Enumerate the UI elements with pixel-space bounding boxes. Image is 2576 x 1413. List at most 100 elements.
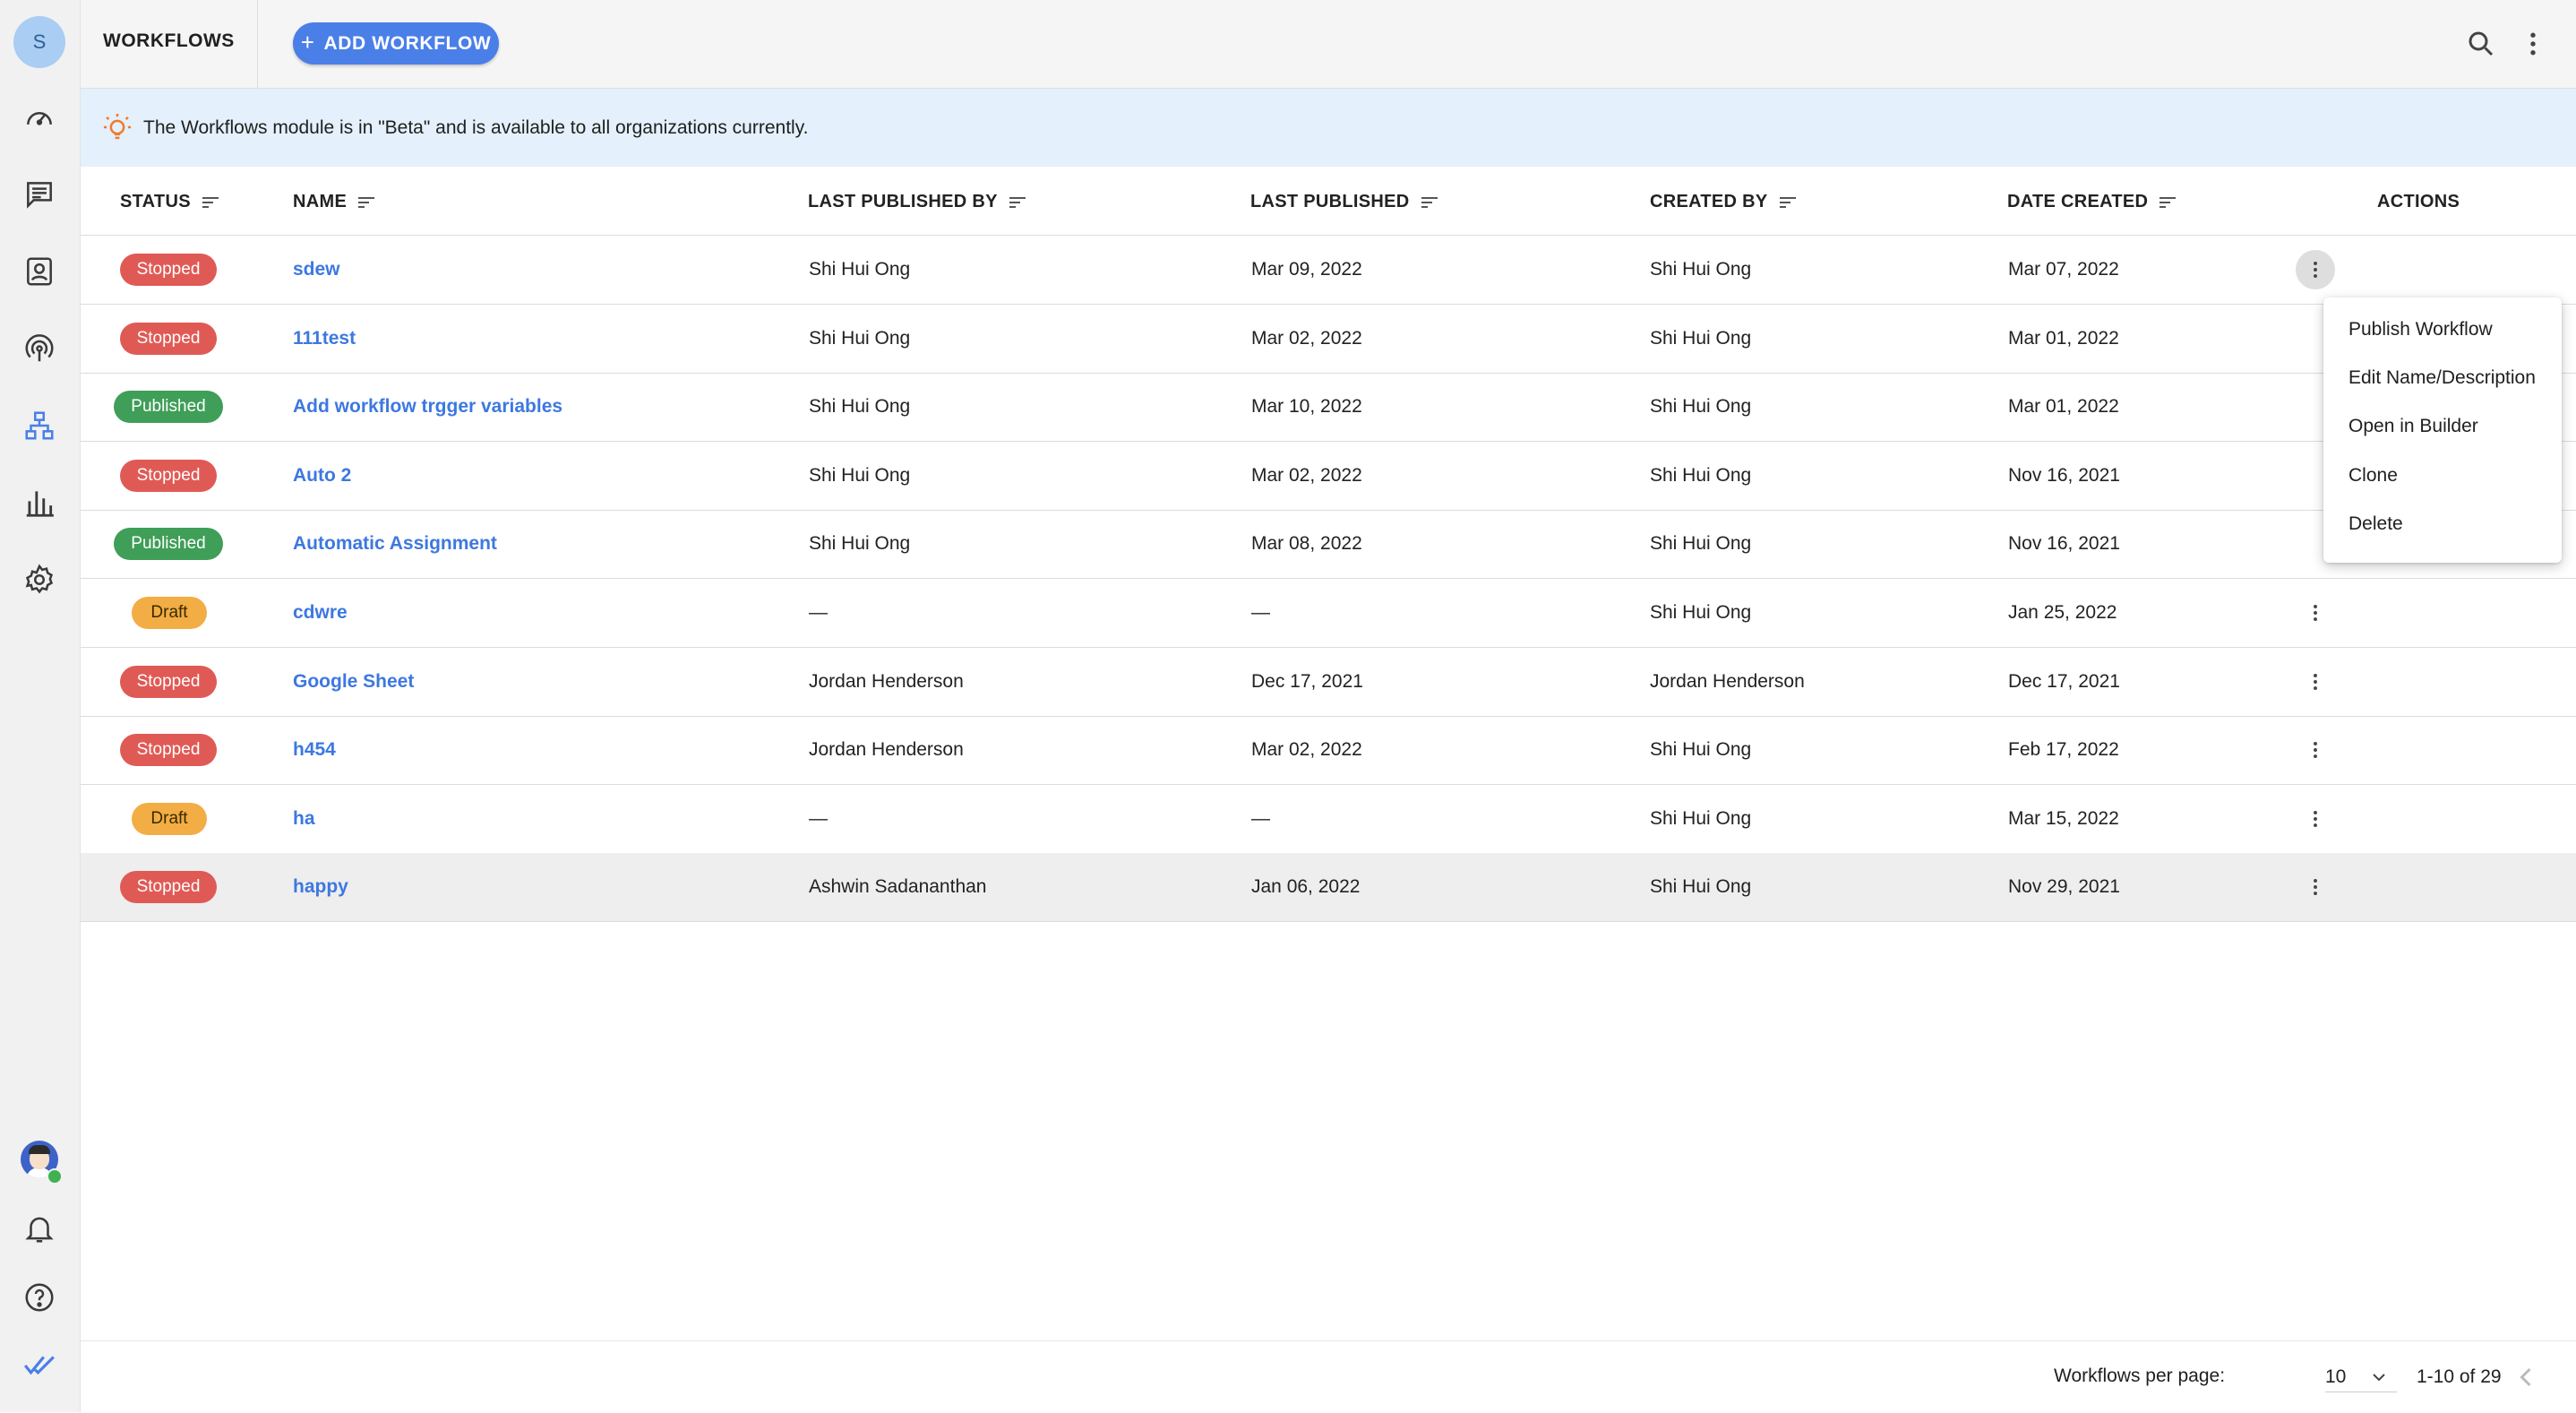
help-icon[interactable] — [20, 1278, 59, 1317]
table-row[interactable]: Stopped sdew Shi Hui Ong Mar 09, 2022 Shi Hu… — [81, 236, 2576, 305]
status-badge: Stopped — [120, 734, 217, 767]
add-workflow-label: ADD WORKFLOW — [323, 32, 492, 54]
sort-icon[interactable] — [1007, 194, 1028, 211]
workflow-name-link[interactable]: Google Sheet — [293, 671, 414, 693]
column-label: CREATED BY — [1650, 192, 1768, 211]
last-published-by-cell: Shi Hui Ong — [809, 259, 911, 280]
brand-logo-icon — [20, 1346, 59, 1385]
contacts-icon[interactable] — [20, 252, 59, 291]
last-published-by-cell: — — [809, 807, 828, 829]
last-published-cell: Jan 06, 2022 — [1251, 876, 1361, 898]
created-by-cell: Shi Hui Ong — [1650, 396, 1752, 418]
date-created-cell: Jan 25, 2022 — [2008, 602, 2117, 623]
created-by-cell: Shi Hui Ong — [1650, 602, 1752, 623]
column-actions: ACTIONS — [2377, 192, 2460, 212]
table-row[interactable]: Draft cdwre — — Shi Hui Ong Jan 25, 2022 — [81, 579, 2576, 648]
column-label: STATUS — [120, 192, 191, 211]
kebab-icon — [2314, 742, 2317, 759]
messages-icon[interactable] — [20, 175, 59, 214]
previous-page-icon[interactable] — [2510, 1361, 2542, 1393]
workflow-name-link[interactable]: cdwre — [293, 602, 348, 624]
row-actions-button[interactable] — [2296, 662, 2335, 702]
status-badge: Stopped — [120, 871, 217, 904]
reports-icon[interactable] — [20, 483, 59, 522]
row-actions-button[interactable] — [2296, 250, 2335, 289]
add-workflow-button[interactable]: + ADD WORKFLOW — [293, 22, 499, 65]
created-by-cell: Jordan Henderson — [1650, 670, 1805, 692]
last-published-by-cell: Shi Hui Ong — [809, 396, 911, 418]
workflow-name-link[interactable]: Automatic Assignment — [293, 533, 497, 555]
date-created-cell: Mar 01, 2022 — [2008, 396, 2119, 418]
per-page-select[interactable]: 10 — [2325, 1365, 2397, 1392]
last-published-by-cell: Jordan Henderson — [809, 739, 964, 761]
column-label: DATE CREATED — [2007, 192, 2149, 211]
table-row[interactable]: Stopped 111test Shi Hui Ong Mar 02, 2022 Shi… — [81, 305, 2576, 374]
created-by-cell: Shi Hui Ong — [1650, 327, 1752, 349]
broadcast-icon[interactable] — [20, 329, 59, 368]
workflow-name-link[interactable]: sdew — [293, 259, 340, 280]
search-icon[interactable] — [2465, 28, 2497, 60]
table-row[interactable]: Stopped h454 Jordan Henderson Mar 02, 2022 S… — [81, 716, 2576, 786]
workflow-name-link[interactable]: happy — [293, 876, 348, 898]
menu-edit-name-description[interactable]: Edit Name/Description — [2348, 367, 2536, 389]
online-status-dot — [47, 1168, 63, 1185]
column-last-published[interactable]: LAST PUBLISHED — [1250, 192, 1440, 212]
created-by-cell: Shi Hui Ong — [1650, 464, 1752, 486]
sort-icon[interactable] — [1419, 194, 1440, 211]
divider — [257, 0, 258, 88]
menu-open-in-builder[interactable]: Open in Builder — [2348, 416, 2478, 437]
last-published-by-cell: Ashwin Sadananthan — [809, 876, 987, 898]
sort-icon[interactable] — [200, 194, 221, 211]
table-row[interactable]: Published Automatic Assignment Shi Hui Ong… — [81, 510, 2576, 580]
last-published-by-cell: Jordan Henderson — [809, 670, 964, 692]
workflow-name-link[interactable]: Add workflow trgger variables — [293, 396, 562, 418]
menu-clone[interactable]: Clone — [2348, 465, 2398, 487]
date-created-cell: Dec 17, 2021 — [2008, 670, 2120, 692]
org-avatar[interactable]: S — [13, 16, 65, 68]
notifications-icon[interactable] — [20, 1209, 59, 1248]
row-actions-button[interactable] — [2296, 730, 2335, 770]
workflow-name-link[interactable]: 111test — [293, 328, 356, 349]
more-options-icon[interactable] — [2517, 28, 2549, 60]
table-row[interactable]: Draft ha — — Shi Hui Ong Mar 15, 2022 — [81, 785, 2576, 854]
row-actions-button[interactable] — [2296, 593, 2335, 633]
status-badge: Draft — [132, 597, 207, 629]
column-last-published-by[interactable]: LAST PUBLISHED BY — [808, 192, 1028, 212]
created-by-cell: Shi Hui Ong — [1650, 259, 1752, 280]
table-row[interactable]: Stopped Auto 2 Shi Hui Ong Mar 02, 2022 Shi … — [81, 442, 2576, 511]
sort-icon[interactable] — [1777, 194, 1799, 211]
dashboard-icon[interactable] — [20, 98, 59, 137]
last-published-by-cell: Shi Hui Ong — [809, 327, 911, 349]
chevron-down-icon — [2373, 1374, 2385, 1382]
status-badge: Stopped — [120, 459, 217, 492]
table-row[interactable]: Published Add workflow trgger variables Sh… — [81, 373, 2576, 443]
workflow-name-link[interactable]: ha — [293, 808, 315, 830]
last-published-by-cell: Shi Hui Ong — [809, 464, 911, 486]
created-by-cell: Shi Hui Ong — [1650, 807, 1752, 829]
kebab-icon — [2314, 810, 2317, 827]
column-label: NAME — [293, 192, 348, 211]
sort-icon[interactable] — [356, 194, 377, 211]
pagination-footer: Workflows per page: 10 1-10 of 29 — [81, 1340, 2576, 1413]
menu-publish-workflow[interactable]: Publish Workflow — [2348, 319, 2493, 340]
workflows-icon[interactable] — [20, 406, 59, 445]
row-actions-button[interactable] — [2296, 867, 2335, 907]
sort-icon[interactable] — [2157, 194, 2178, 211]
date-created-cell: Nov 16, 2021 — [2008, 464, 2120, 486]
menu-delete[interactable]: Delete — [2348, 513, 2403, 535]
column-status[interactable]: STATUS — [120, 192, 221, 212]
settings-icon[interactable] — [20, 560, 59, 599]
row-actions-button[interactable] — [2296, 799, 2335, 839]
column-name[interactable]: NAME — [293, 192, 377, 212]
status-badge: Draft — [132, 802, 207, 835]
table-row[interactable]: Stopped Google Sheet Jordan Henderson Dec 1… — [81, 648, 2576, 717]
workflow-name-link[interactable]: h454 — [293, 739, 336, 761]
created-by-cell: Shi Hui Ong — [1650, 876, 1752, 898]
column-date-created[interactable]: DATE CREATED — [2007, 192, 2178, 212]
table-row[interactable]: Stopped happy Ashwin Sadananthan Jan 06, 20… — [81, 853, 2576, 923]
column-created-by[interactable]: CREATED BY — [1650, 192, 1799, 212]
date-created-cell: Nov 29, 2021 — [2008, 876, 2120, 898]
status-badge: Stopped — [120, 665, 217, 698]
created-by-cell: Shi Hui Ong — [1650, 739, 1752, 761]
workflow-name-link[interactable]: Auto 2 — [293, 465, 351, 487]
